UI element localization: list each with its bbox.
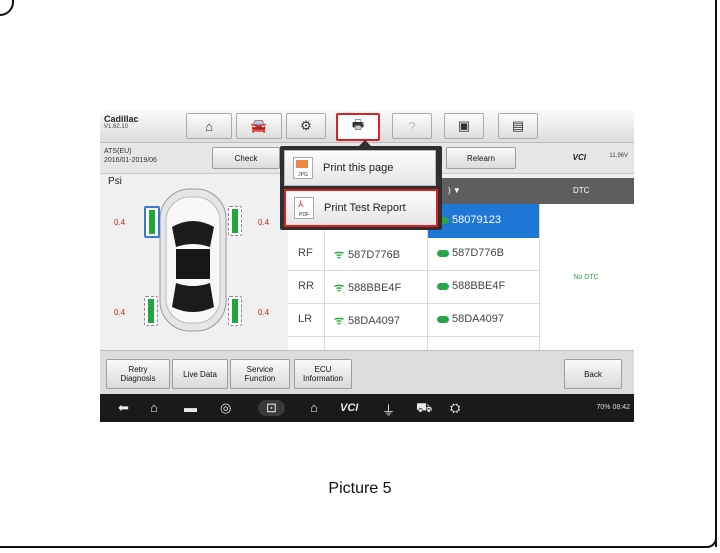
wireless-icon: ᯤ [334, 249, 345, 261]
jpg-file-icon: JPG [293, 157, 313, 179]
frame-border-right [715, 0, 717, 547]
gear-icon: ⚙ [300, 118, 312, 133]
printer-icon: 🖶 [351, 117, 365, 132]
print-menu: JPG Print this page ⅄ PDF Print Test Repo… [280, 146, 442, 230]
selected-sensor-id-cell[interactable]: 58079123 [427, 204, 539, 238]
print-page-option[interactable]: JPG Print this page [284, 150, 436, 186]
back-arrow-icon[interactable]: ⬅ [118, 400, 129, 416]
recent-apps-icon[interactable]: ▬ [184, 400, 197, 415]
home-button[interactable]: ⌂ [186, 113, 232, 139]
column-divider [539, 204, 540, 350]
remote-support-icon[interactable]: ⛭ [450, 400, 460, 416]
vehicle-make: Cadillac [104, 114, 139, 124]
check-button[interactable]: Check [212, 147, 280, 169]
selected-sensor-id: 58079123 [452, 214, 501, 226]
vci-icon[interactable]: VCI [340, 402, 358, 414]
obd-icon [437, 249, 449, 257]
settings-button[interactable]: ⚙ [286, 113, 326, 139]
vci-indicator: VCI [572, 153, 586, 162]
screenshot-icon[interactable]: ⊡ [258, 400, 285, 416]
wireless-icon: ᯤ [334, 315, 345, 327]
service-function-button[interactable]: Service Function [230, 359, 290, 389]
tire-lr[interactable] [144, 296, 158, 326]
print-page-label: Print this page [323, 162, 394, 174]
clock: 08:42 [612, 404, 630, 411]
print-test-report-label: Print Test Report [324, 202, 406, 214]
relearn-button[interactable]: Relearn [446, 147, 516, 169]
row-position: RR [298, 280, 314, 292]
tire-rr[interactable] [228, 296, 242, 326]
battery-voltage: 11.96V [609, 153, 628, 159]
message-button[interactable]: ▤ [498, 113, 538, 139]
row-ecu-id: 58DA4097 [452, 313, 504, 325]
car-icon: 🚘 [250, 118, 268, 133]
back-button[interactable]: Back [564, 359, 622, 389]
obd-icon [437, 282, 449, 290]
ecu-information-button[interactable]: ECU Information [294, 359, 352, 389]
table-row[interactable]: RR ᯤ 588BBE4F 588BBE4F [288, 271, 539, 304]
system-nav-bar: ⬅ ⌂ ▬ ◎ ⊡ ⌂ VCI ⏚ ⛟ ⛭ 70% 08:42 [100, 394, 634, 422]
tire-pressure-rf: 0.4 [258, 218, 270, 227]
vehicle-button[interactable]: 🚘 [236, 113, 282, 139]
obd-icon [437, 315, 449, 323]
row-position: LR [298, 313, 313, 325]
diagnosis-home-icon[interactable]: ⌂ [310, 400, 318, 415]
model-name: ATS(EU) [104, 148, 132, 155]
wireless-icon: ᯤ [334, 282, 345, 294]
dtc-column-header: DTC [573, 186, 590, 195]
browser-icon[interactable]: ◎ [220, 400, 231, 416]
battery-percent: 70% [596, 404, 611, 411]
home-icon[interactable]: ⌂ [150, 400, 158, 415]
row-ecu-id: 588BBE4F [452, 280, 506, 292]
live-data-button[interactable]: Live Data [172, 359, 228, 389]
id-column-header[interactable]: ) ▼ [448, 186, 461, 195]
help-button[interactable]: ? [392, 113, 432, 139]
service-function-label-2: Function [244, 374, 276, 383]
top-toolbar: Cadillac V1.62.10 ⌂ 🚘 ⚙ 🖶 ? ▣ ▤ [100, 110, 634, 143]
tablet-screen: Cadillac V1.62.10 ⌂ 🚘 ⚙ 🖶 ? ▣ ▤ ATS(EU) … [100, 110, 634, 422]
battery-test-icon[interactable]: ⏚ [382, 400, 395, 419]
model-years: 2016/01-2019/06 [104, 157, 157, 164]
home-icon: ⌂ [205, 118, 213, 134]
vehicle-info: Cadillac V1.62.10 [104, 114, 139, 130]
print-button[interactable]: 🖶 [336, 113, 380, 141]
table-row[interactable]: LR ᯤ 58DA4097 58DA4097 [288, 304, 539, 337]
retry-diagnosis-button[interactable]: Retry Diagnosis [106, 359, 170, 389]
car-topview-image [159, 188, 227, 332]
row-ecu-id: 587D776B [452, 247, 504, 259]
save-icon: ▣ [457, 118, 471, 133]
pdf-file-icon: ⅄ PDF [294, 197, 314, 219]
tire-pressure-lf: 0.4 [114, 218, 126, 227]
save-button[interactable]: ▣ [444, 113, 484, 139]
tire-pressure-rr: 0.4 [258, 308, 270, 317]
ecu-information-label-1: ECU [314, 365, 332, 374]
tire-pressure-lr: 0.4 [114, 308, 126, 317]
dtc-status: No DTC [573, 274, 599, 281]
message-icon: ▤ [511, 118, 525, 133]
frame-border-bottom [0, 546, 709, 548]
pressure-unit: Psi [108, 176, 122, 187]
tire-rf[interactable] [228, 206, 242, 236]
row-sensor-id: 587D776B [348, 249, 401, 261]
row-sensor-id: 588BBE4F [348, 282, 402, 294]
row-sensor-id: 58DA4097 [348, 315, 401, 327]
retry-diagnosis-label-1: Retry [128, 365, 148, 374]
service-function-label-1: Service [246, 365, 274, 374]
status-indicators: 70% 08:42 [597, 404, 631, 411]
ecu-information-label-2: Information [302, 374, 344, 383]
corner-circle [0, 0, 14, 16]
row-position: RF [298, 247, 313, 259]
model-info: ATS(EU) 2016/01-2019/06 [104, 147, 157, 165]
bottom-button-bar: Retry Diagnosis Live Data Service Functi… [100, 350, 634, 394]
software-version: V1.62.10 [104, 124, 129, 130]
help-icon: ? [408, 118, 416, 134]
print-test-report-option[interactable]: ⅄ PDF Print Test Report [284, 189, 438, 227]
tire-lf[interactable] [144, 206, 160, 238]
figure-caption: Picture 5 [328, 480, 392, 497]
table-row[interactable]: RF ᯤ 587D776B 587D776B [288, 238, 539, 271]
retry-diagnosis-label-2: Diagnosis [120, 374, 156, 383]
car-icon[interactable]: ⛟ [416, 400, 432, 418]
